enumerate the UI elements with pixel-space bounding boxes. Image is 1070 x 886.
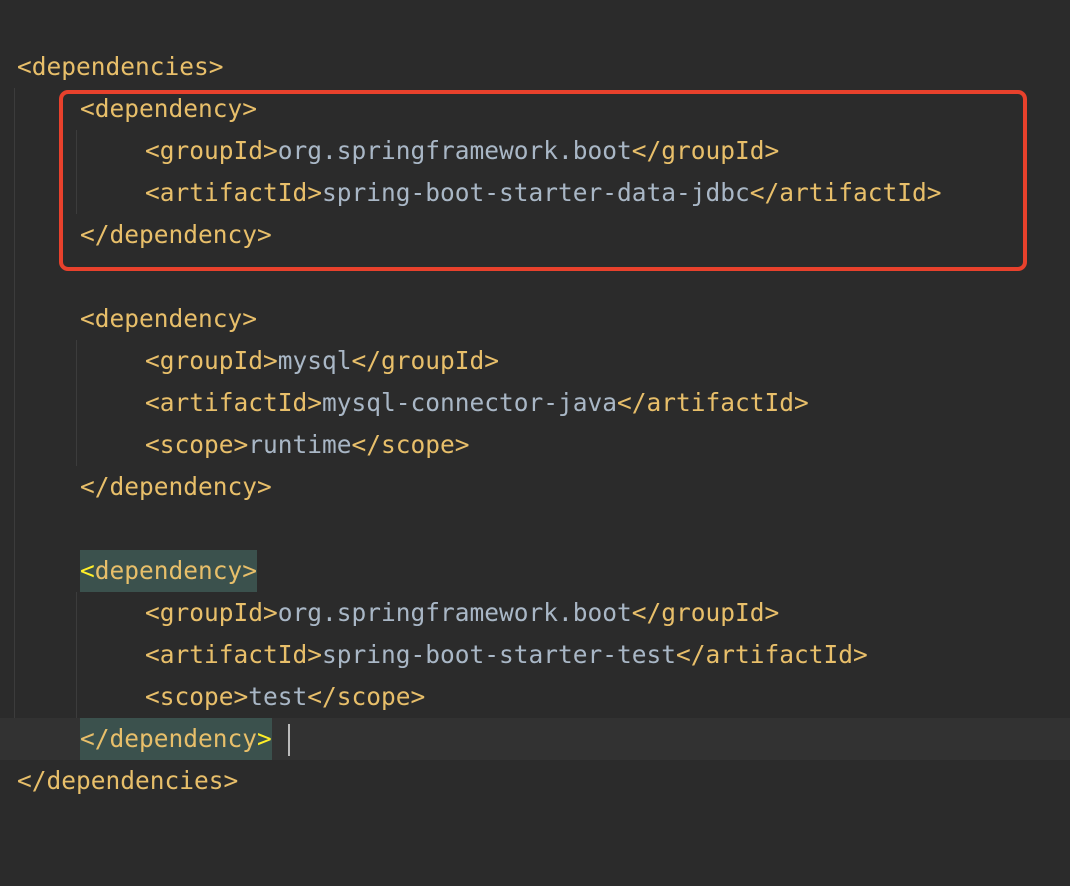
xml-tag-open: <scope> (145, 682, 249, 711)
xml-tag-open: <artifactId> (145, 388, 323, 417)
xml-tag-dependency-close: </dependency (80, 724, 258, 753)
code-line[interactable]: </dependencies> (0, 760, 1070, 802)
xml-tag-close: </scope> (351, 430, 470, 459)
code-line-current[interactable]: </dependency> (0, 718, 1070, 760)
code-line[interactable]: <scope>test</scope> (0, 676, 1070, 718)
matched-tag-highlight: </dependency> (80, 718, 272, 760)
xml-tag-close: </groupId> (351, 346, 500, 375)
xml-text-value: spring-boot-starter-test (322, 640, 677, 669)
xml-text-value: test (248, 682, 308, 711)
xml-tag-close: </groupId> (631, 598, 780, 627)
annotation-highlight-box (59, 90, 1027, 271)
xml-text-value: mysql-connector-java (322, 388, 618, 417)
xml-tag-dependencies-close: </dependencies> (17, 766, 239, 795)
code-editor[interactable]: <dependencies> <dependency> <groupId>org… (0, 0, 1070, 828)
code-line[interactable]: <dependency> (0, 298, 1070, 340)
code-line[interactable]: </dependency> (0, 466, 1070, 508)
xml-tag-dependencies-open: <dependencies> (17, 52, 224, 81)
code-line[interactable]: <scope>runtime</scope> (0, 424, 1070, 466)
xml-tag-dependency-close: </dependency> (80, 472, 272, 501)
matched-bracket: > (257, 724, 272, 753)
code-line[interactable]: <artifactId>spring-boot-starter-test</ar… (0, 634, 1070, 676)
xml-tag-open: <groupId> (145, 346, 278, 375)
matched-bracket: < (80, 556, 95, 585)
code-line[interactable]: <groupId>org.springframework.boot</group… (0, 592, 1070, 634)
matched-tag-highlight: <dependency> (80, 550, 258, 592)
xml-text-value: org.springframework.boot (277, 598, 632, 627)
xml-tag-close: </artifactId> (617, 388, 809, 417)
code-line[interactable]: <dependency> (0, 550, 1070, 592)
xml-tag-close: </scope> (307, 682, 426, 711)
xml-text-value: mysql (277, 346, 352, 375)
xml-tag-open: <groupId> (145, 598, 278, 627)
xml-text-value: runtime (248, 430, 352, 459)
code-line[interactable]: <groupId>mysql</groupId> (0, 340, 1070, 382)
code-line[interactable]: <dependencies> (0, 46, 1070, 88)
xml-tag-open: <scope> (145, 430, 249, 459)
xml-tag-open: <artifactId> (145, 640, 323, 669)
text-caret (288, 724, 290, 756)
xml-tag-dependency-open: <dependency> (80, 304, 258, 333)
code-line[interactable]: <artifactId>mysql-connector-java</artifa… (0, 382, 1070, 424)
xml-tag-close: </artifactId> (676, 640, 868, 669)
xml-tag-dependency-open: dependency> (94, 556, 258, 585)
